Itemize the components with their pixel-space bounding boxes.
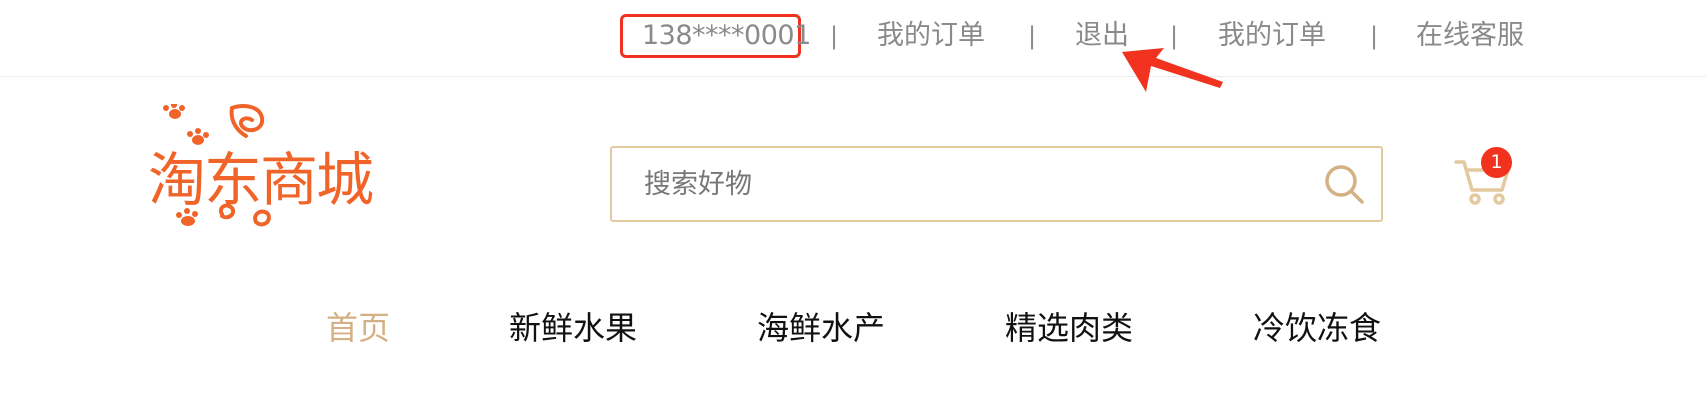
user-phone[interactable]: 138****0001 bbox=[642, 18, 811, 54]
search-input[interactable] bbox=[644, 148, 1284, 220]
separator: | bbox=[1370, 22, 1379, 50]
separator: | bbox=[1028, 22, 1037, 50]
my-orders-link[interactable]: 我的订单 bbox=[877, 18, 985, 54]
logo[interactable]: 淘东商城 bbox=[148, 104, 396, 236]
logo-text: 淘东商城 bbox=[148, 146, 373, 214]
cart-count-badge: 1 bbox=[1481, 147, 1512, 178]
top-bar: 138****0001 | 我的订单 | 退出 | 我的订单 | 在线客服 bbox=[0, 0, 1706, 77]
nav-item-home[interactable]: 首页 bbox=[326, 306, 390, 350]
my-orders-link-2[interactable]: 我的订单 bbox=[1218, 18, 1326, 54]
search-bar bbox=[610, 146, 1383, 222]
separator: | bbox=[830, 22, 839, 50]
nav-item-frozen[interactable]: 冷饮冻食 bbox=[1253, 306, 1381, 350]
search-icon[interactable] bbox=[1324, 164, 1366, 206]
nav-item-fresh-fruit[interactable]: 新鲜水果 bbox=[509, 306, 637, 350]
nav-item-meat[interactable]: 精选肉类 bbox=[1005, 306, 1133, 350]
arrow-annotation-icon bbox=[1122, 48, 1223, 92]
nav-item-seafood[interactable]: 海鲜水产 bbox=[757, 306, 885, 350]
customer-service-link[interactable]: 在线客服 bbox=[1416, 18, 1524, 54]
